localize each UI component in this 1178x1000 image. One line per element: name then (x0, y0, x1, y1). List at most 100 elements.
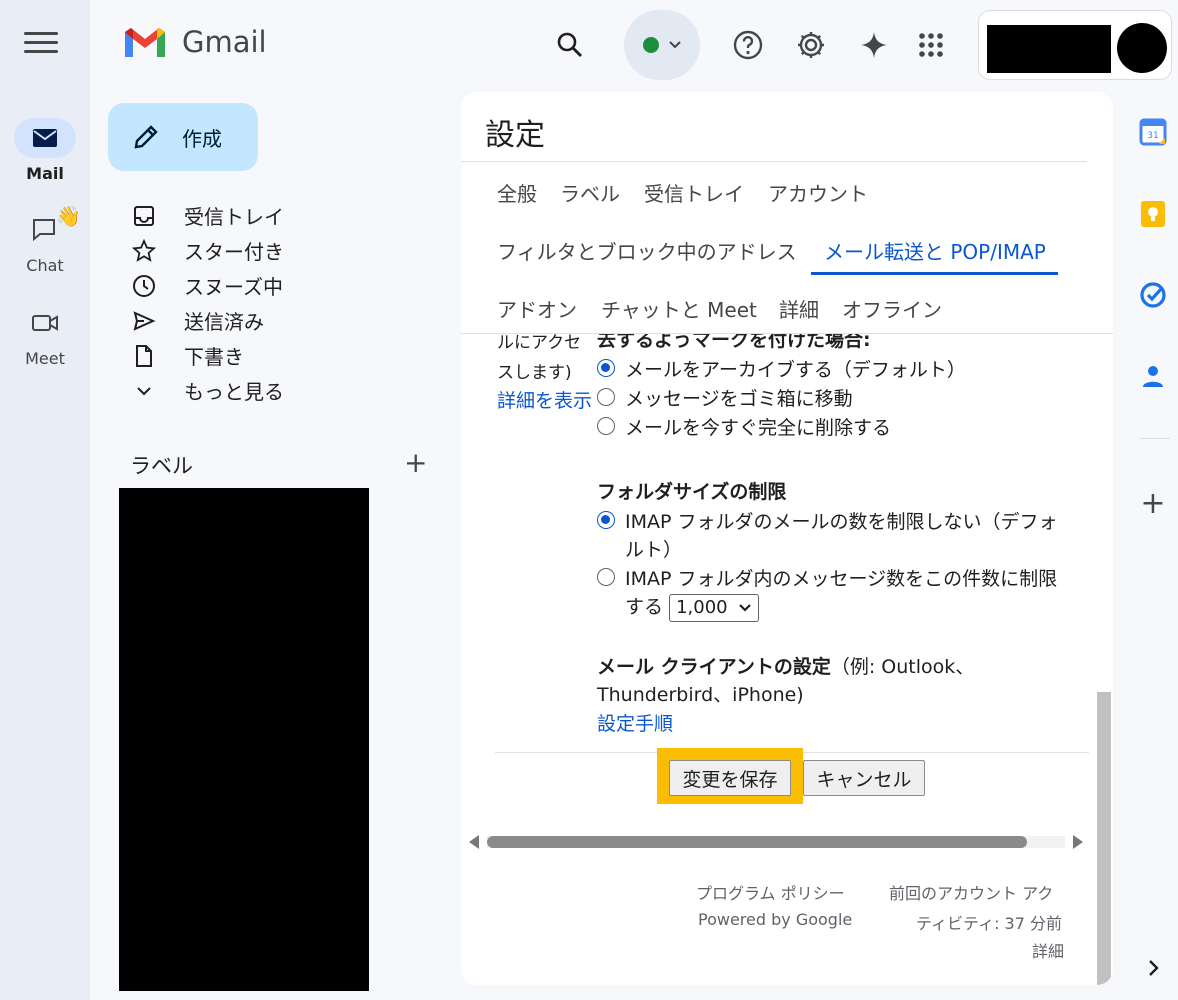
redacted-account-name (987, 25, 1111, 73)
gmail-logo[interactable]: Gmail (122, 24, 267, 60)
activity-details-link[interactable]: 詳細 (1032, 938, 1064, 962)
tab-addons[interactable]: アドオン (497, 294, 577, 323)
expunge-option-trash[interactable]: メッセージをゴミ箱に移動 (597, 384, 853, 411)
main-menu-icon[interactable] (24, 32, 58, 58)
labels-heading: ラベル (130, 454, 193, 478)
radio-limit[interactable] (597, 568, 615, 586)
option-label: IMAP フォルダ内のメッセージ数をこの件数に制限 (625, 568, 1058, 590)
setup-instructions-link[interactable]: 設定手順 (597, 709, 673, 736)
rail-label-meet: Meet (25, 349, 65, 368)
rail-item-chat[interactable]: 👋 Chat (0, 204, 90, 275)
nav-label: 下書き (184, 345, 244, 369)
status-active-icon (643, 37, 659, 53)
send-icon (130, 307, 158, 335)
last-activity: 前回のアカウント アク (889, 884, 1054, 903)
client-title: メール クライアントの設定 (597, 656, 831, 678)
horizontal-scrollbar[interactable] (469, 834, 1083, 850)
select-value: 1,000 (676, 597, 728, 618)
tab-advanced[interactable]: 詳細 (779, 294, 819, 323)
nav-label: スヌーズ中 (184, 275, 283, 299)
chevron-right-icon[interactable] (1138, 953, 1168, 983)
chevron-down-icon (738, 603, 751, 612)
expunge-details-link[interactable]: 詳細を表示 (497, 386, 592, 413)
scroll-left-icon[interactable] (469, 835, 479, 849)
calendar-icon[interactable]: 31 (1138, 117, 1168, 147)
mail-icon (14, 118, 76, 158)
tab-general[interactable]: 全般 (497, 178, 537, 207)
tab-inbox[interactable]: 受信トレイ (644, 178, 744, 207)
rail-label-mail: Mail (26, 164, 64, 183)
scroll-thumb[interactable] (487, 836, 1027, 848)
radio-delete[interactable] (597, 417, 615, 435)
tab-labels[interactable]: ラベル (560, 178, 620, 207)
pencil-icon (134, 125, 158, 149)
divider (1140, 438, 1170, 439)
rail-item-mail[interactable]: Mail (0, 118, 90, 183)
inbox-icon (130, 202, 158, 230)
chevron-down-icon (669, 41, 681, 49)
nav-label: 受信トレイ (184, 205, 284, 229)
settings-panel: 設定 全般 ラベル 受信トレイ アカウント フィルタとブロック中のアドレス メー… (461, 92, 1113, 985)
radio-trash[interactable] (597, 388, 615, 406)
rail-label-chat: Chat (26, 256, 64, 275)
tab-forwarding-pop-imap[interactable]: メール転送と POP/IMAP (824, 236, 1046, 265)
chevron-down-icon (130, 377, 158, 405)
gemini-sparkle-icon[interactable] (857, 28, 891, 62)
nav-item-inbox[interactable]: 受信トレイ (130, 198, 284, 233)
option-label: する (625, 596, 664, 618)
vertical-scrollbar[interactable] (1097, 692, 1111, 985)
radio-archive[interactable] (597, 359, 615, 377)
contacts-icon[interactable] (1138, 361, 1168, 391)
scroll-right-icon[interactable] (1073, 835, 1083, 849)
tab-chat-meet[interactable]: チャットと Meet (601, 294, 757, 323)
add-label-icon[interactable]: + (404, 446, 427, 479)
nav-item-sent[interactable]: 送信済み (130, 303, 284, 338)
expunge-side-text: ルにアクセ (497, 334, 582, 353)
nav-item-snoozed[interactable]: スヌーズ中 (130, 268, 284, 303)
nav-label: もっと見る (184, 380, 284, 404)
cancel-button[interactable]: キャンセル (803, 760, 925, 796)
keep-icon[interactable] (1138, 199, 1168, 229)
active-tab-indicator (811, 272, 1058, 275)
expunge-option-delete[interactable]: メールを今すぐ完全に削除する (597, 413, 891, 440)
expunge-header: 去するようマークを付けた場合: (597, 334, 871, 351)
folder-size-option-limit[interactable]: IMAP フォルダ内のメッセージ数をこの件数に制限 (597, 564, 1057, 591)
video-icon (14, 303, 76, 343)
nav-item-starred[interactable]: スター付き (130, 233, 284, 268)
account-switcher[interactable] (978, 10, 1172, 80)
rail-item-meet[interactable]: Meet (0, 303, 90, 368)
radio-unlimited[interactable] (597, 511, 615, 529)
tab-offline[interactable]: オフライン (842, 294, 942, 323)
folder-limit-select[interactable]: 1,000 (669, 593, 759, 622)
option-label-cont: ルト） (625, 539, 683, 561)
status-button[interactable] (624, 10, 700, 80)
gear-icon[interactable] (794, 28, 828, 62)
folder-size-option-unlimited[interactable]: IMAP フォルダのメールの数を制限しない（デフォ (597, 507, 1058, 534)
nav-label: スター付き (184, 240, 284, 264)
apps-grid-icon[interactable] (914, 28, 948, 62)
help-icon[interactable] (731, 28, 765, 62)
expunge-option-archive[interactable]: メールをアーカイブする（デフォルト） (597, 355, 966, 382)
divider (461, 161, 1087, 162)
wave-emoji-icon: 👋 (56, 204, 81, 228)
compose-button[interactable]: 作成 (108, 103, 258, 171)
tab-filters[interactable]: フィルタとブロック中のアドレス (497, 236, 797, 265)
save-button[interactable]: 変更を保存 (669, 760, 791, 796)
app-rail: Mail 👋 Chat Meet (0, 0, 90, 1000)
get-addons-icon[interactable]: + (1138, 486, 1168, 521)
program-policy-link[interactable]: プログラム ポリシー (696, 880, 845, 904)
client-example: （例: Outlook、 (830, 656, 975, 678)
nav-item-more[interactable]: もっと見る (130, 373, 284, 408)
client-example-cont: Thunderbird、iPhone) (597, 684, 804, 706)
search-icon[interactable] (553, 28, 587, 62)
powered-by: Powered by Google (698, 910, 853, 929)
chat-icon: 👋 (14, 204, 81, 250)
tasks-icon[interactable] (1138, 280, 1168, 310)
tab-accounts[interactable]: アカウント (768, 178, 868, 207)
expunge-side-text: スします) (497, 363, 572, 383)
client-config-heading: メール クライアントの設定（例: Outlook、 (597, 652, 974, 679)
compose-label: 作成 (182, 126, 222, 151)
avatar[interactable] (1117, 23, 1167, 73)
nav-item-drafts[interactable]: 下書き (130, 338, 284, 373)
gmail-m-icon (125, 28, 165, 57)
